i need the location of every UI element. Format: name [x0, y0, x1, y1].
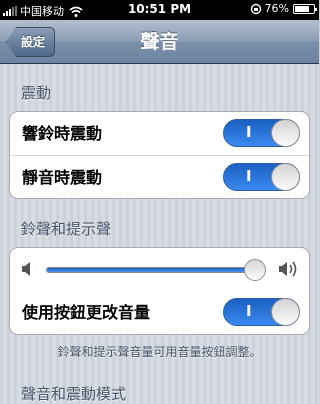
volume-track[interactable] [46, 267, 264, 273]
row-label: 靜音時震動 [22, 168, 103, 187]
ringer-group: 使用按鈕更改音量 I [9, 247, 310, 335]
row-label: 使用按鈕更改音量 [22, 303, 151, 322]
back-button[interactable]: 設定 [6, 27, 56, 57]
status-bar: 中国移动 10:51 PM 76% [0, 0, 319, 20]
section-header-vibrate: 震動 [21, 84, 52, 102]
section-header-ringer: 鈴聲和提示聲 [21, 220, 112, 238]
ringer-footnote: 鈴聲和提示聲音量可用音量按鈕調整。 [57, 345, 262, 359]
battery-icon [293, 3, 317, 14]
row-vibrate-on-ring[interactable]: 響鈴時震動 I [10, 112, 309, 155]
rotation-lock-icon [250, 3, 261, 14]
battery-percent: 76% [264, 2, 289, 15]
speaker-low-icon [22, 262, 30, 276]
volume-slider-thumb[interactable] [244, 259, 266, 281]
navigation-bar: 聲音 設定 [0, 20, 319, 64]
speaker-high-icon [279, 261, 297, 277]
ringer-volume-slider-row [10, 248, 309, 291]
toggle-knob [271, 163, 300, 191]
section-header-sounds: 聲音和震動模式 [21, 385, 127, 403]
toggle-knob [271, 119, 300, 147]
vibrate-on-ring-toggle[interactable]: I [223, 119, 300, 147]
toggle-knob [271, 298, 300, 326]
vibrate-group: 響鈴時震動 I 靜音時震動 I [9, 111, 310, 199]
change-with-buttons-toggle[interactable]: I [223, 298, 300, 326]
row-label: 響鈴時震動 [22, 124, 103, 143]
vibrate-on-silent-toggle[interactable]: I [223, 163, 300, 191]
row-vibrate-on-silent[interactable]: 靜音時震動 I [10, 155, 309, 198]
row-change-with-buttons[interactable]: 使用按鈕更改音量 I [10, 291, 309, 334]
